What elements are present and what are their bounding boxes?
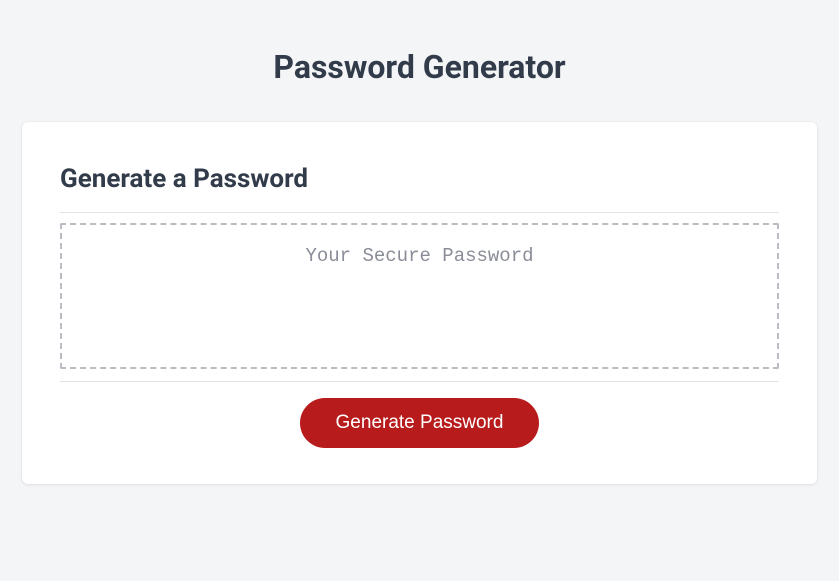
generate-button[interactable]: Generate Password	[300, 398, 540, 448]
divider-top	[60, 212, 779, 213]
page-title: Password Generator	[0, 0, 839, 122]
button-row: Generate Password	[60, 398, 779, 448]
divider-bottom	[60, 381, 779, 382]
generator-card: Generate a Password Your Secure Password…	[22, 122, 817, 484]
password-output: Your Secure Password	[60, 223, 779, 369]
card-heading: Generate a Password	[60, 164, 779, 194]
